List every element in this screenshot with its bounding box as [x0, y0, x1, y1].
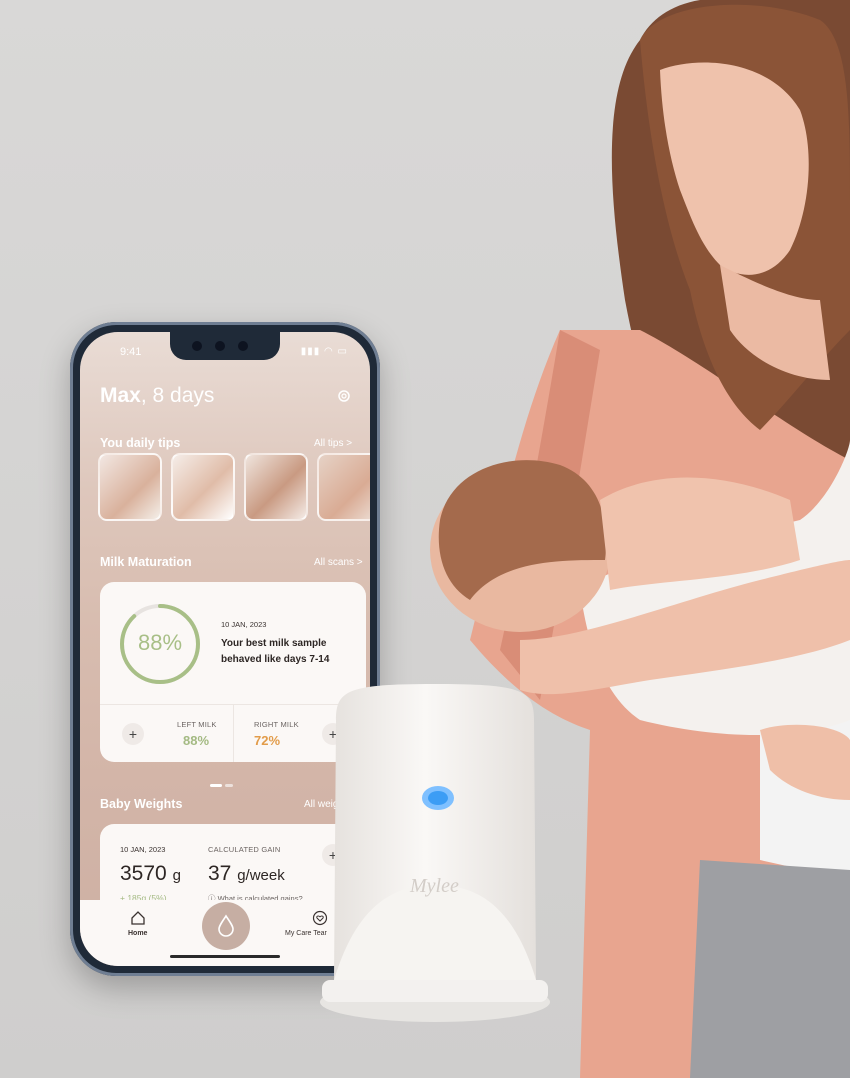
mylee-device: Mylee [320, 684, 550, 1022]
right-milk-label: RIGHT MILK [254, 720, 299, 729]
milk-heading: Milk Maturation [100, 555, 192, 569]
gear-icon[interactable] [336, 388, 352, 404]
home-icon[interactable] [130, 910, 146, 926]
home-indicator [170, 955, 280, 958]
drop-icon [218, 914, 234, 937]
page-title: Max, 8 days [100, 384, 214, 408]
weights-heading: Baby Weights [100, 797, 183, 811]
weight-date: 10 JAN, 2023 [120, 845, 166, 854]
scan-drop-button[interactable] [202, 902, 250, 950]
divider [233, 704, 234, 762]
tips-carousel[interactable] [98, 453, 370, 523]
all-scans-link[interactable]: All scans > [314, 557, 363, 568]
tip-card[interactable] [98, 453, 162, 521]
maturation-percentage: 88% [138, 630, 183, 655]
right-milk-value: 72% [254, 733, 281, 748]
gain-value: 37 g/week [208, 862, 285, 885]
pagination-dots [210, 774, 236, 792]
device-logo: Mylee [409, 875, 459, 897]
camera-notch [170, 332, 280, 360]
left-milk-label: LEFT MILK [177, 720, 217, 729]
scan-date: 10 JAN, 2023 [221, 620, 267, 629]
tips-heading: You daily tips [100, 436, 181, 450]
add-left-milk-button[interactable]: + [122, 723, 144, 745]
left-milk-value: 88% [183, 733, 210, 748]
maturation-line-1: Your best milk sample [221, 638, 327, 649]
tip-card[interactable] [244, 453, 308, 521]
signal-wifi-battery-icon: ▮▮▮ ◠ ▭ [300, 346, 348, 357]
status-time: 9:41 [120, 346, 142, 358]
all-tips-link[interactable]: All tips > [314, 438, 352, 449]
weight-value: 3570 g [120, 862, 181, 885]
baby-name: Max [100, 384, 141, 407]
gain-label: CALCULATED GAIN [208, 845, 281, 854]
tip-card[interactable] [317, 453, 370, 521]
maturation-line-2: behaved like days 7-14 [221, 654, 330, 665]
tab-home[interactable]: Home [128, 930, 147, 937]
baby-age: , 8 days [140, 384, 215, 407]
product-scene: 9:41 ▮▮▮ ◠ ▭ Max, 8 days You daily tips … [0, 0, 850, 1078]
tip-card[interactable] [171, 453, 235, 521]
